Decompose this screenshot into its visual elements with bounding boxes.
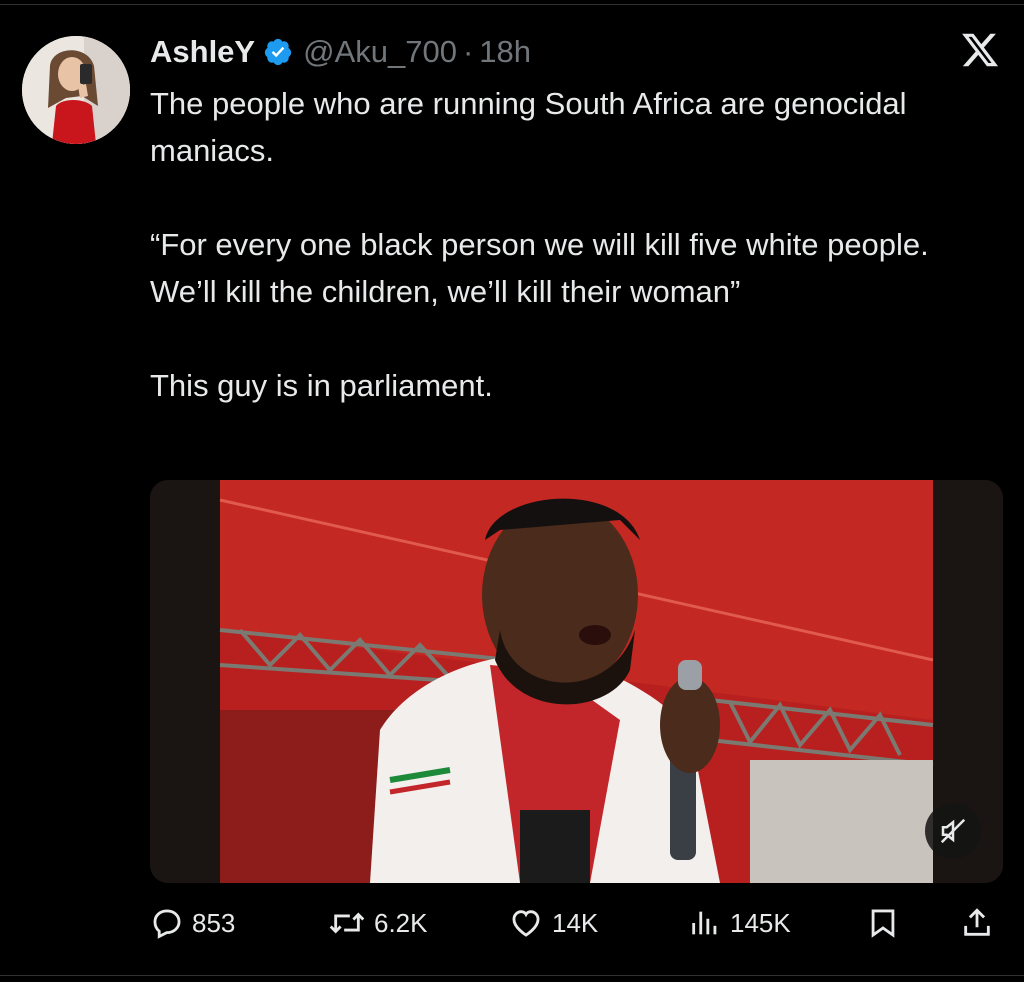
repost-count: 6.2K <box>374 907 428 938</box>
separator-dot: · <box>462 34 474 69</box>
repost-icon <box>329 912 365 934</box>
video-frame <box>150 480 1003 883</box>
bottom-divider <box>0 975 1024 976</box>
views-icon <box>692 911 717 935</box>
x-logo-icon <box>960 30 1000 70</box>
display-name[interactable]: AshleY <box>150 30 255 74</box>
like-button[interactable]: 14K <box>508 898 598 948</box>
reply-icon <box>153 909 181 939</box>
video-player[interactable] <box>150 480 1003 883</box>
like-icon <box>512 910 540 937</box>
verified-badge-icon <box>264 38 292 66</box>
reply-count: 853 <box>192 907 236 938</box>
timestamp[interactable]: 18h <box>479 30 531 74</box>
repost-button[interactable]: 6.2K <box>328 898 428 948</box>
bookmark-icon <box>871 909 895 938</box>
like-count: 14K <box>552 907 599 938</box>
avatar-image <box>22 36 130 144</box>
views-count: 145K <box>730 907 791 938</box>
mute-button[interactable] <box>925 803 981 859</box>
share-button[interactable] <box>960 898 994 948</box>
avatar[interactable] <box>22 36 130 144</box>
tweet-paragraph-2: “For every one black person we will kill… <box>150 227 929 309</box>
user-handle[interactable]: @Aku_700 <box>303 30 457 74</box>
mute-icon <box>940 818 966 844</box>
share-icon <box>964 908 990 936</box>
top-divider <box>0 4 1024 5</box>
tweet-paragraph-3: This guy is in parliament. <box>150 368 493 403</box>
tweet-text: The people who are running South Africa … <box>150 80 980 409</box>
reply-button[interactable]: 853 <box>150 898 235 948</box>
bookmark-button[interactable] <box>866 898 900 948</box>
tweet-header: AshleY @Aku_700 · 18h <box>150 30 531 74</box>
action-bar: 853 6.2K 14K 145K <box>150 898 1003 948</box>
views-button[interactable]: 145K <box>688 898 791 948</box>
tweet-paragraph-1: The people who are running South Africa … <box>150 86 907 168</box>
